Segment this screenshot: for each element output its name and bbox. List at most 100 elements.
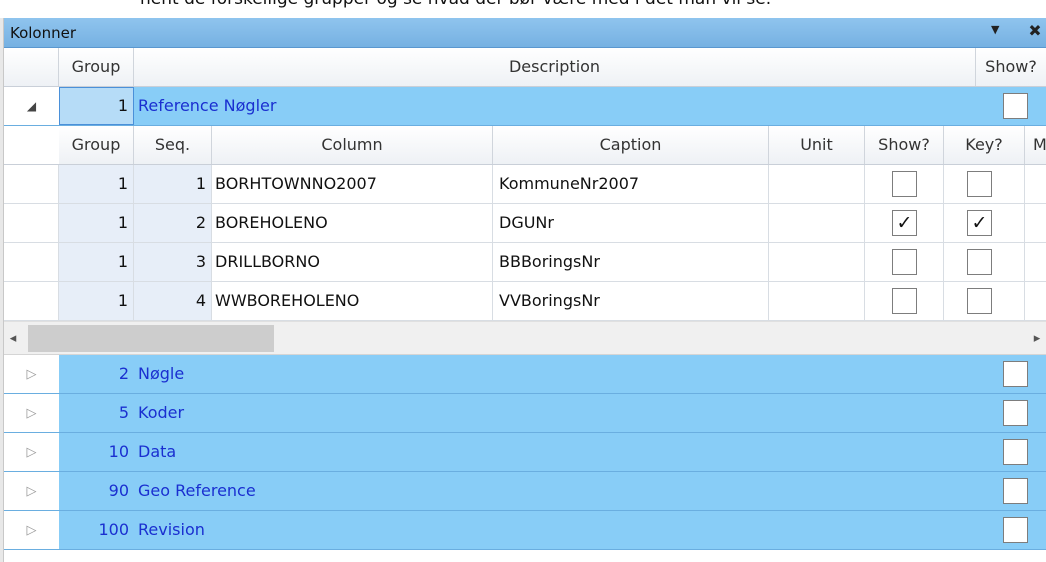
group-number[interactable]: 2 (59, 355, 134, 393)
row-more (1025, 243, 1046, 282)
inner-header-more[interactable]: M (1025, 126, 1046, 164)
group-number[interactable]: 90 (59, 472, 134, 510)
row-show-checkbox[interactable] (892, 249, 917, 275)
row-caption[interactable]: KommuneNr2007 (493, 165, 769, 204)
row-show-checkbox[interactable]: ✓ (892, 210, 917, 236)
group-description: Geo Reference (138, 481, 256, 500)
pin-icon[interactable]: ✚ (1023, 19, 1046, 42)
group-row-collapsed[interactable]: ▷ 2 Nøgle (4, 355, 1046, 394)
inner-header-group[interactable]: Group (59, 126, 134, 164)
row-indicator (4, 204, 59, 243)
group-row-collapsed[interactable]: ▷ 100 Revision (4, 511, 1046, 550)
group-show-checkbox[interactable] (1003, 400, 1028, 426)
group-number[interactable]: 5 (59, 394, 134, 432)
group-description: Nøgle (138, 364, 185, 383)
row-group[interactable]: 1 (59, 282, 134, 321)
row-column[interactable]: WWBOREHOLENO (212, 282, 493, 321)
row-group[interactable]: 1 (59, 243, 134, 282)
row-unit[interactable] (769, 243, 865, 282)
row-unit[interactable] (769, 282, 865, 321)
row-column[interactable]: BOREHOLENO (212, 204, 493, 243)
panel-titlebar: Kolonner ▼ ✚ (4, 18, 1046, 48)
row-more (1025, 204, 1046, 243)
row-key-checkbox[interactable] (967, 171, 992, 197)
row-seq[interactable]: 4 (134, 282, 212, 321)
row-key-cell (944, 282, 1025, 321)
outer-header-row: Group Description Show? (4, 48, 1046, 87)
row-seq[interactable]: 2 (134, 204, 212, 243)
row-show-cell: ✓ (865, 204, 944, 243)
row-show-cell (865, 282, 944, 321)
row-unit[interactable] (769, 204, 865, 243)
scroll-right-arrow-icon[interactable]: ▸ (1028, 322, 1046, 354)
row-show-cell (865, 243, 944, 282)
expand-arrow-icon[interactable]: ▷ (4, 472, 59, 510)
row-indicator (4, 282, 59, 321)
panel-title: Kolonner (10, 24, 77, 42)
row-column[interactable]: BORHTOWNNO2007 (212, 165, 493, 204)
background-document-text: hent de forskellige grupper og se hvad d… (0, 0, 1046, 18)
expand-arrow-icon[interactable]: ▷ (4, 511, 59, 549)
inner-header-caption[interactable]: Caption (493, 126, 769, 164)
inner-header-key[interactable]: Key? (944, 126, 1025, 164)
group-show-checkbox[interactable] (1003, 439, 1028, 465)
row-caption[interactable]: BBBoringsNr (493, 243, 769, 282)
columns-grid: Group Description Show? ◢ 1 Reference Nø… (4, 48, 1046, 550)
row-seq[interactable]: 3 (134, 243, 212, 282)
row-column[interactable]: DRILLBORNO (212, 243, 493, 282)
inner-header-column[interactable]: Column (212, 126, 493, 164)
inner-header-show[interactable]: Show? (865, 126, 944, 164)
expand-arrow-icon[interactable]: ▷ (4, 394, 59, 432)
row-key-checkbox[interactable] (967, 249, 992, 275)
group-description: Data (138, 442, 177, 461)
table-row[interactable]: 1 2 BOREHOLENO DGUNr ✓ ✓ (4, 204, 1046, 243)
outer-header-group[interactable]: Group (59, 48, 134, 86)
outer-header-indent (4, 48, 59, 86)
group-row-collapsed[interactable]: ▷ 90 Geo Reference (4, 472, 1046, 511)
row-more (1025, 282, 1046, 321)
horizontal-scrollbar[interactable]: ◂ ▸ (4, 321, 1046, 355)
row-caption[interactable]: VVBoringsNr (493, 282, 769, 321)
inner-header-indent (4, 126, 59, 164)
group-row-collapsed[interactable]: ▷ 5 Koder (4, 394, 1046, 433)
row-seq[interactable]: 1 (134, 165, 212, 204)
caret-down-icon[interactable]: ▼ (991, 23, 999, 36)
row-group[interactable]: 1 (59, 165, 134, 204)
row-show-checkbox[interactable] (892, 171, 917, 197)
row-unit[interactable] (769, 165, 865, 204)
collapse-arrow-icon[interactable]: ◢ (4, 87, 59, 125)
table-row[interactable]: 1 4 WWBOREHOLENO VVBoringsNr (4, 282, 1046, 321)
group-show-checkbox[interactable] (1003, 93, 1028, 119)
row-indicator (4, 243, 59, 282)
group-description: Koder (138, 403, 185, 422)
row-show-cell (865, 165, 944, 204)
row-caption[interactable]: DGUNr (493, 204, 769, 243)
expand-arrow-icon[interactable]: ▷ (4, 355, 59, 393)
inner-header-row: Group Seq. Column Caption Unit Show? Key… (4, 126, 1046, 165)
group-number[interactable]: 100 (59, 511, 134, 549)
group-row-collapsed[interactable]: ▷ 10 Data (4, 433, 1046, 472)
row-key-cell (944, 243, 1025, 282)
outer-header-description[interactable]: Description (134, 48, 976, 86)
expand-arrow-icon[interactable]: ▷ (4, 433, 59, 471)
group-row-expanded[interactable]: ◢ 1 Reference Nøgler (4, 87, 1046, 126)
outer-header-show[interactable]: Show? (976, 48, 1046, 86)
group-show-checkbox[interactable] (1003, 361, 1028, 387)
row-group[interactable]: 1 (59, 204, 134, 243)
row-show-checkbox[interactable] (892, 288, 917, 314)
group-number[interactable]: 10 (59, 433, 134, 471)
group-number[interactable]: 1 (59, 87, 134, 125)
scroll-left-arrow-icon[interactable]: ◂ (4, 322, 22, 354)
group-show-checkbox[interactable] (1003, 478, 1028, 504)
row-more (1025, 165, 1046, 204)
row-key-checkbox[interactable] (967, 288, 992, 314)
table-row[interactable]: 1 3 DRILLBORNO BBBoringsNr (4, 243, 1046, 282)
group-description: Reference Nøgler (138, 96, 277, 115)
row-indicator (4, 165, 59, 204)
table-row[interactable]: 1 1 BORHTOWNNO2007 KommuneNr2007 (4, 165, 1046, 204)
group-show-checkbox[interactable] (1003, 517, 1028, 543)
inner-header-unit[interactable]: Unit (769, 126, 865, 164)
row-key-checkbox[interactable]: ✓ (967, 210, 992, 236)
scrollbar-thumb[interactable] (28, 325, 274, 352)
inner-header-seq[interactable]: Seq. (134, 126, 212, 164)
